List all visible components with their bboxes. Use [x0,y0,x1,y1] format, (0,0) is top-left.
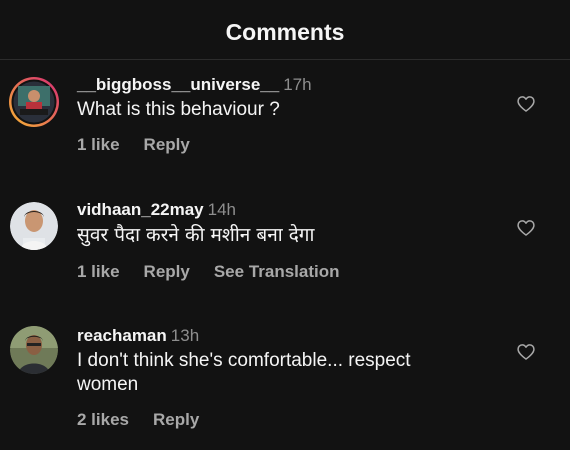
username[interactable]: vidhaan_22may [77,200,204,219]
likes-count[interactable]: 1 like [77,262,120,281]
header-divider [0,59,570,60]
see-translation-button[interactable]: See Translation [214,262,340,281]
header: Comments [0,14,570,50]
comment-actions: 2 likes Reply [77,409,497,431]
likes-count[interactable]: 1 like [77,135,120,154]
comment-meta: reachaman 13h [77,325,497,347]
comment-actions: 1 like Reply See Translation [77,261,497,283]
comments-screen: Comments __biggboss__universe__ 17h What… [0,0,570,450]
heart-outline-icon[interactable] [516,218,536,238]
heart-outline-icon[interactable] [516,94,536,114]
comment-text: What is this behaviour ? [77,99,280,120]
comment-text: I don't think she's comfortable... respe… [77,350,411,395]
comment-text: सुवर पैदा करने की मशीन बना देगा [77,224,315,246]
heart-outline-icon[interactable] [516,342,536,362]
comment-meta: __biggboss__universe__ 17h [77,74,497,96]
comment-body: vidhaan_22may 14h सुवर पैदा करने की मशीन … [77,199,497,283]
avatar[interactable] [10,326,58,374]
username[interactable]: __biggboss__universe__ [77,75,279,94]
likes-count[interactable]: 2 likes [77,410,129,429]
reply-button[interactable]: Reply [153,410,199,429]
reply-button[interactable]: Reply [144,135,190,154]
avatar-image [10,326,58,374]
avatar[interactable] [8,76,60,128]
reply-button[interactable]: Reply [144,262,190,281]
comment-body: __biggboss__universe__ 17h What is this b… [77,74,497,156]
timestamp: 13h [170,326,200,345]
page-title: Comments [225,19,345,45]
comment-meta: vidhaan_22may 14h [77,199,497,221]
comment-body: reachaman 13h I don't think she's comfort… [77,325,497,431]
username[interactable]: reachaman [77,326,167,345]
avatar-image [9,77,59,127]
comment-actions: 1 like Reply [77,134,497,156]
timestamp: 14h [207,200,237,219]
avatar[interactable] [10,202,58,250]
timestamp: 17h [283,75,312,94]
avatar-image [10,202,58,250]
